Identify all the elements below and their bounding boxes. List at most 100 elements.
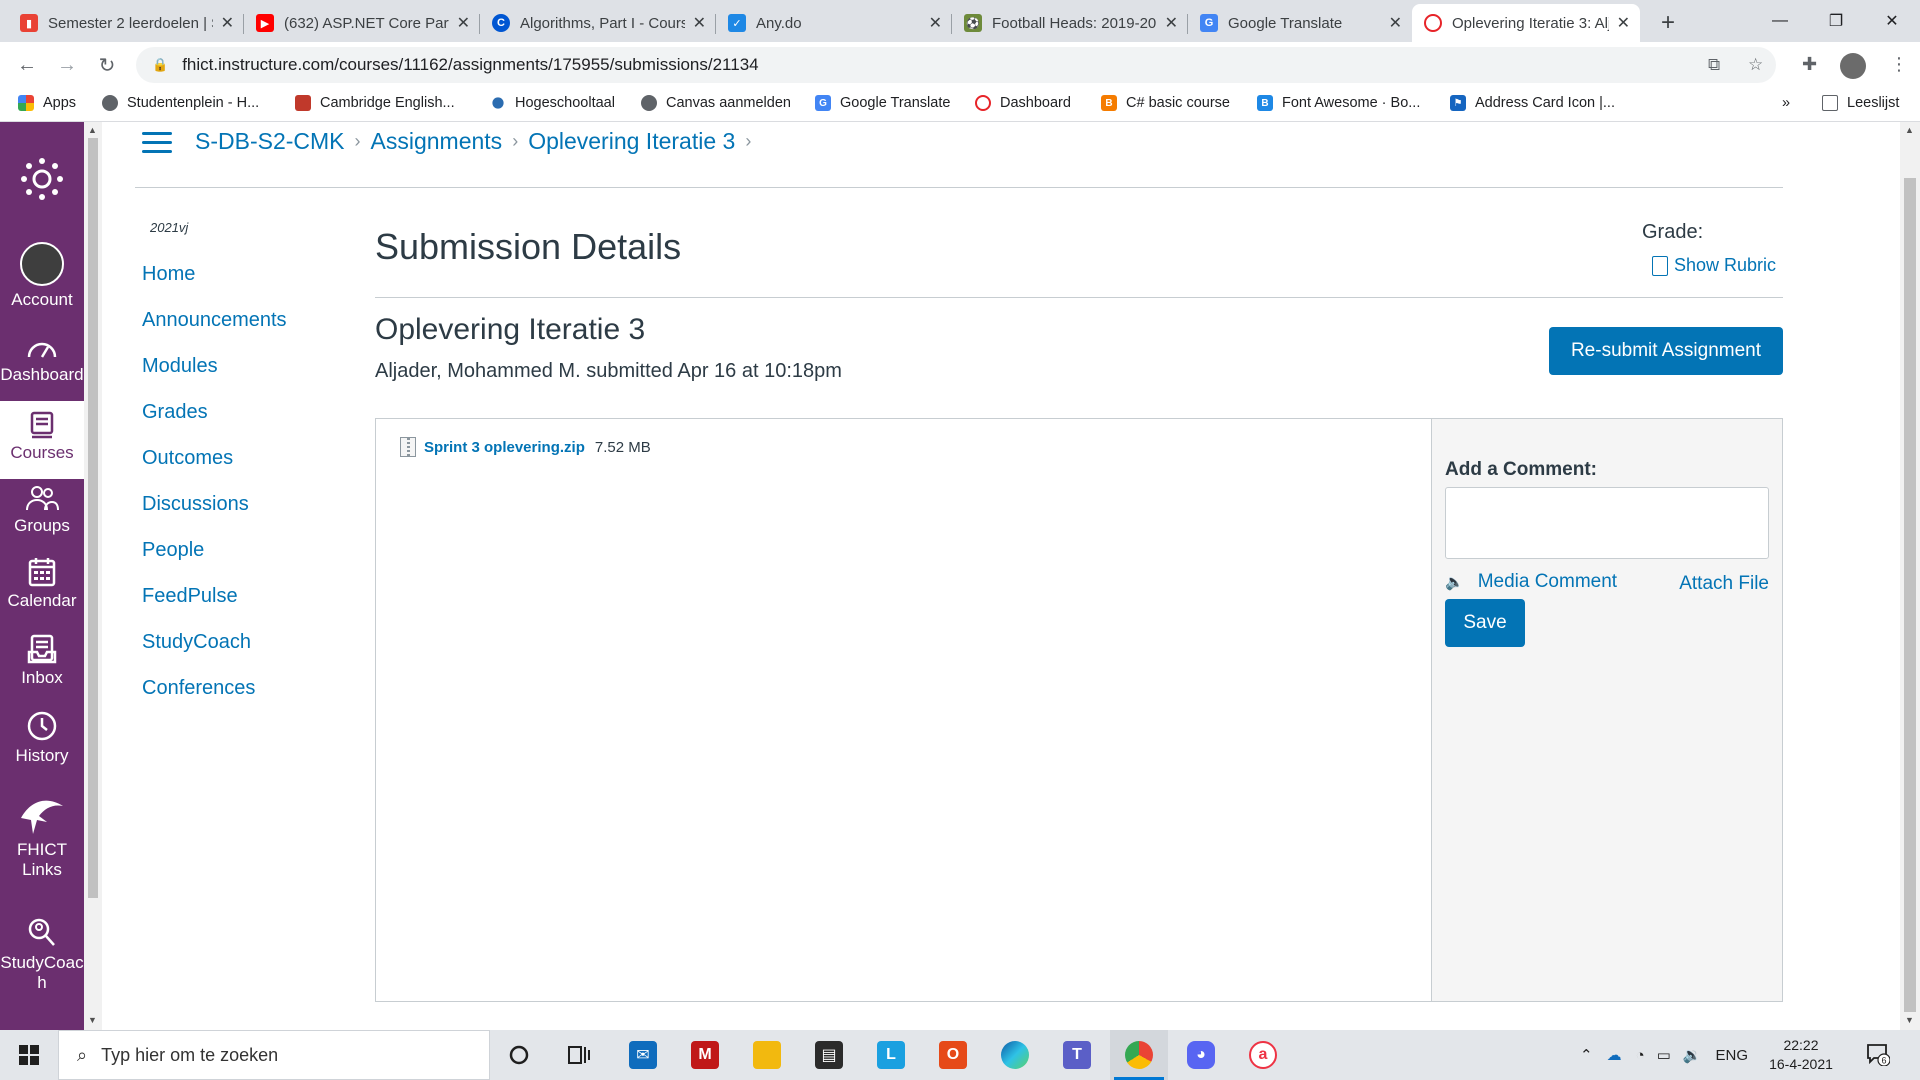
taskbar-mail[interactable]: ✉ — [614, 1030, 672, 1080]
taskbar-discord[interactable]: ◕ — [1172, 1030, 1230, 1080]
bookmark-item[interactable]: ⚑ Address Card Icon |... — [1450, 95, 1615, 111]
profile-avatar[interactable] — [1840, 53, 1866, 79]
breadcrumb-assignments[interactable]: Assignments — [371, 128, 503, 155]
close-tab-icon[interactable]: ✕ — [1389, 13, 1402, 33]
close-tab-icon[interactable]: ✕ — [929, 13, 942, 33]
scrollbar-thumb[interactable] — [1904, 178, 1916, 1012]
taskbar-app[interactable]: a — [1234, 1030, 1292, 1080]
bookmark-star-icon[interactable]: ☆ — [1748, 55, 1763, 75]
reload-icon[interactable]: ↻ — [92, 50, 122, 80]
breadcrumb-course[interactable]: S-DB-S2-CMK — [195, 128, 345, 155]
taskbar-file-explorer[interactable] — [738, 1030, 796, 1080]
taskbar-chrome[interactable] — [1110, 1030, 1168, 1080]
attach-file-link[interactable]: Attach File — [1679, 573, 1769, 595]
browser-tab[interactable]: G Google Translate ✕ — [1188, 4, 1412, 42]
scroll-down-arrow-icon[interactable]: ▼ — [88, 1015, 97, 1025]
task-view-button[interactable] — [550, 1030, 608, 1080]
maximize-window-button[interactable]: ❐ — [1808, 0, 1864, 42]
nav-scrollbar[interactable]: ▲ ▼ — [84, 122, 102, 1030]
media-comment-link[interactable]: 🔈 Media Comment — [1445, 571, 1617, 593]
browser-tab[interactable]: ▶ (632) ASP.NET Core Partial Views ✕ — [244, 4, 480, 42]
course-nav-modules[interactable]: Modules — [142, 355, 218, 378]
close-tab-icon[interactable]: ✕ — [1617, 13, 1630, 33]
scroll-up-arrow-icon[interactable]: ▲ — [1905, 125, 1914, 135]
taskbar-lync[interactable]: L — [862, 1030, 920, 1080]
language-indicator[interactable]: ENG — [1716, 1047, 1749, 1064]
course-nav-discussions[interactable]: Discussions — [142, 493, 249, 516]
cortana-button[interactable] — [490, 1030, 548, 1080]
save-comment-button[interactable]: Save — [1445, 599, 1525, 647]
global-nav-history[interactable]: History — [0, 710, 84, 766]
bookmark-item[interactable]: Hogeschooltaal — [490, 95, 615, 111]
volume-icon[interactable]: 🔉 — [1683, 1046, 1702, 1064]
course-menu-toggle-icon[interactable] — [142, 132, 172, 154]
global-nav-account[interactable]: Account — [0, 242, 84, 310]
address-bar[interactable]: 🔒 fhict.instructure.com/courses/11162/as… — [136, 47, 1776, 83]
global-nav-fhict-links[interactable]: FHICT Links — [0, 792, 84, 879]
global-nav-groups[interactable]: Groups — [0, 484, 84, 536]
start-button[interactable] — [0, 1030, 58, 1080]
bookmarks-more-button[interactable]: » — [1782, 95, 1790, 111]
taskbar-search-box[interactable]: ⌕ Typ hier om te zoeken — [58, 1030, 490, 1080]
course-nav-studycoach[interactable]: StudyCoach — [142, 631, 251, 654]
course-nav-grades[interactable]: Grades — [142, 401, 208, 424]
taskbar-mcafee[interactable]: M — [676, 1030, 734, 1080]
comment-textarea[interactable] — [1445, 487, 1769, 559]
browser-tab[interactable]: ▮ Semester 2 leerdoelen | Software ✕ — [8, 4, 244, 42]
global-nav-inbox[interactable]: Inbox — [0, 634, 84, 688]
course-nav-conferences[interactable]: Conferences — [142, 677, 255, 700]
resubmit-assignment-button[interactable]: Re-submit Assignment — [1549, 327, 1783, 375]
page-scrollbar[interactable]: ▲ ▼ — [1900, 122, 1920, 1030]
new-tab-button[interactable]: + — [1652, 7, 1684, 39]
notification-center-icon[interactable]: 6 — [1866, 1042, 1890, 1066]
close-window-button[interactable]: ✕ — [1864, 0, 1920, 42]
taskbar-clock[interactable]: 22:22 16-4-2021 — [1760, 1036, 1842, 1074]
show-rubric-link[interactable]: Show Rubric — [1652, 255, 1776, 276]
global-nav-courses[interactable]: Courses — [0, 401, 84, 479]
bookmark-item[interactable]: Studentenplein - H... — [102, 95, 259, 111]
canvas-logo-icon[interactable] — [20, 157, 64, 201]
breadcrumb-assignment[interactable]: Oplevering Iteratie 3 — [528, 128, 735, 155]
forward-icon[interactable]: → — [52, 50, 82, 80]
course-nav-feedpulse[interactable]: FeedPulse — [142, 585, 238, 608]
browser-tab[interactable]: ⚽ Football Heads: 2019-20 Premier ✕ — [952, 4, 1188, 42]
taskbar-store[interactable]: ▤ — [800, 1030, 858, 1080]
translate-page-icon[interactable]: ⧉ — [1708, 55, 1720, 75]
onedrive-cloud-icon[interactable]: ☁ — [1607, 1046, 1622, 1064]
back-icon[interactable]: ← — [12, 50, 42, 80]
bookmark-item[interactable]: Canvas aanmelden — [641, 95, 791, 111]
close-tab-icon[interactable]: ✕ — [457, 13, 470, 33]
browser-tab[interactable]: C Algorithms, Part I - Coursera ✕ — [480, 4, 716, 42]
bookmark-item[interactable]: G Google Translate — [815, 95, 950, 111]
scroll-down-arrow-icon[interactable]: ▼ — [1905, 1015, 1914, 1025]
global-nav-calendar[interactable]: Calendar — [0, 557, 84, 611]
bookmark-item[interactable]: Dashboard — [975, 95, 1071, 111]
course-nav-announcements[interactable]: Announcements — [142, 309, 287, 332]
bookmark-item[interactable]: Cambridge English... — [295, 95, 455, 111]
bookmark-item[interactable]: B C# basic course — [1101, 95, 1230, 111]
global-nav-dashboard[interactable]: Dashboard — [0, 337, 84, 385]
close-tab-icon[interactable]: ✕ — [1165, 13, 1178, 33]
taskbar-teams[interactable]: T — [1048, 1030, 1106, 1080]
minimize-window-button[interactable]: — — [1752, 0, 1808, 42]
bookmark-item[interactable]: B Font Awesome · Bo... — [1257, 95, 1420, 111]
browser-menu-icon[interactable]: ⋮ — [1890, 54, 1908, 75]
battery-icon[interactable]: ▭ — [1657, 1046, 1671, 1064]
close-tab-icon[interactable]: ✕ — [221, 13, 234, 33]
browser-tab[interactable]: ✓ Any.do ✕ — [716, 4, 952, 42]
lock-icon[interactable]: 🔒 — [152, 57, 168, 73]
course-nav-home[interactable]: Home — [142, 263, 195, 286]
wifi-icon[interactable]: ◔ — [1636, 1047, 1645, 1064]
global-nav-studycoach[interactable]: StudyCoach — [0, 917, 84, 992]
taskbar-office[interactable]: O — [924, 1030, 982, 1080]
file-download-link[interactable]: Sprint 3 oplevering.zip — [424, 439, 585, 456]
bookmark-apps[interactable]: Apps — [18, 95, 76, 111]
reading-list-button[interactable]: Leeslijst — [1822, 95, 1899, 111]
show-hidden-icons-chevron-icon[interactable]: ⌃ — [1580, 1046, 1593, 1064]
browser-tab-active[interactable]: Oplevering Iteratie 3: Aljader ✕ — [1412, 4, 1640, 42]
scroll-up-arrow-icon[interactable]: ▲ — [88, 125, 97, 135]
course-nav-outcomes[interactable]: Outcomes — [142, 447, 233, 470]
taskbar-edge[interactable] — [986, 1030, 1044, 1080]
close-tab-icon[interactable]: ✕ — [693, 13, 706, 33]
course-nav-people[interactable]: People — [142, 539, 204, 562]
